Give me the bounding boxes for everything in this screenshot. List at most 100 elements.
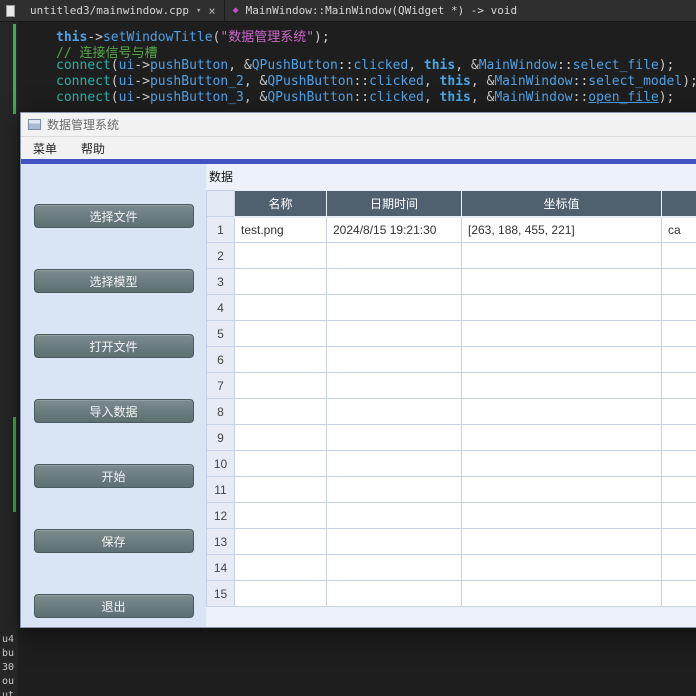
table-cell-r2-c1[interactable]: [234, 242, 327, 269]
table-cell-r10-c4[interactable]: [661, 450, 696, 477]
table-cell-r4-c3[interactable]: [461, 294, 662, 321]
table-cell-r10-c1[interactable]: [234, 450, 327, 477]
table-cell-r6-c1[interactable]: [234, 346, 327, 373]
table-cell-r13-c2[interactable]: [326, 528, 462, 555]
table-cell-r11-c3[interactable]: [461, 476, 662, 503]
editor-symbol-tab[interactable]: ◆ MainWindow::MainWindow(QWidget *) -> v…: [225, 0, 526, 22]
column-header-2[interactable]: 坐标值: [461, 190, 662, 218]
table-cell-r5-c1[interactable]: [234, 320, 327, 347]
table-cell-r5-c2[interactable]: [326, 320, 462, 347]
open-file-button[interactable]: 打开文件: [33, 334, 194, 358]
table-cell-r12-c3[interactable]: [461, 502, 662, 529]
table-cell-r9-c2[interactable]: [326, 424, 462, 451]
table-cell-r4-c4[interactable]: [661, 294, 696, 321]
table-cell-r3-c4[interactable]: [661, 268, 696, 295]
code-editor-text[interactable]: this->setWindowTitle("数据管理系统");// 连接信号与槽…: [18, 22, 696, 122]
table-cell-r8-c2[interactable]: [326, 398, 462, 425]
table-cell-r5-c4[interactable]: [661, 320, 696, 347]
table-cell-r6-c2[interactable]: [326, 346, 462, 373]
table-cell-r11-c1[interactable]: [234, 476, 327, 503]
column-header-1[interactable]: 日期时间: [326, 190, 462, 218]
table-cell-r10-c2[interactable]: [326, 450, 462, 477]
row-number[interactable]: 7: [206, 372, 235, 399]
table-cell-r13-c4[interactable]: [661, 528, 696, 555]
table-cell-r14-c4[interactable]: [661, 554, 696, 581]
row-number[interactable]: 6: [206, 346, 235, 373]
table-cell-r3-c1[interactable]: [234, 268, 327, 295]
table-cell-r5-c3[interactable]: [461, 320, 662, 347]
row-number[interactable]: 10: [206, 450, 235, 477]
table-cell-r2-c3[interactable]: [461, 242, 662, 269]
table-cell-r7-c2[interactable]: [326, 372, 462, 399]
code-token: ;: [321, 30, 330, 45]
table-cell-r9-c3[interactable]: [461, 424, 662, 451]
table-cell-r6-c3[interactable]: [461, 346, 662, 373]
table-cell-r12-c1[interactable]: [234, 502, 327, 529]
row-number[interactable]: 5: [206, 320, 235, 347]
table-cell-r1-c4[interactable]: ca: [661, 216, 696, 243]
table-cell-r13-c3[interactable]: [461, 528, 662, 555]
table-cell-r14-c1[interactable]: [234, 554, 327, 581]
select-model-button[interactable]: 选择模型: [33, 269, 194, 293]
table-cell-r12-c2[interactable]: [326, 502, 462, 529]
menu-item-help[interactable]: 帮助: [69, 137, 117, 159]
menu-item-menu[interactable]: 菜单: [21, 137, 69, 159]
code-token: ): [314, 30, 322, 45]
table-cell-r7-c3[interactable]: [461, 372, 662, 399]
table-cell-r15-c3[interactable]: [461, 580, 662, 607]
table-cell-r8-c4[interactable]: [661, 398, 696, 425]
table-cell-r3-c3[interactable]: [461, 268, 662, 295]
table-cell-r15-c2[interactable]: [326, 580, 462, 607]
row-number[interactable]: 13: [206, 528, 235, 555]
table-cell-r1-c1[interactable]: test.png: [234, 216, 327, 243]
select-file-button[interactable]: 选择文件: [33, 204, 194, 228]
row-number[interactable]: 12: [206, 502, 235, 529]
table-cell-r2-c4[interactable]: [661, 242, 696, 269]
save-button[interactable]: 保存: [33, 529, 194, 553]
clipped-text-fragment: 30: [2, 662, 15, 673]
column-header-0[interactable]: 名称: [234, 190, 327, 218]
start-button[interactable]: 开始: [33, 464, 194, 488]
table-cell-r11-c2[interactable]: [326, 476, 462, 503]
close-icon[interactable]: ×: [208, 4, 215, 18]
table-cell-r4-c1[interactable]: [234, 294, 327, 321]
table-cell-r15-c4[interactable]: [661, 580, 696, 607]
column-header-3[interactable]: [661, 190, 696, 218]
row-number[interactable]: 4: [206, 294, 235, 321]
code-token: pushButton_2: [149, 74, 244, 89]
code-token: ::: [572, 90, 589, 105]
row-number[interactable]: 8: [206, 398, 235, 425]
table-cell-r7-c1[interactable]: [234, 372, 327, 399]
table-cell-r1-c2[interactable]: 2024/8/15 19:21:30: [326, 216, 462, 243]
editor-file-tab[interactable]: untitled3/mainwindow.cpp ▾ ×: [22, 0, 225, 22]
table-cell-r2-c2[interactable]: [326, 242, 462, 269]
table-cell-r10-c3[interactable]: [461, 450, 662, 477]
table-cell-r8-c3[interactable]: [461, 398, 662, 425]
code-token: ::: [572, 74, 589, 89]
table-cell-r9-c4[interactable]: [661, 424, 696, 451]
table-cell-r7-c4[interactable]: [661, 372, 696, 399]
table-cell-r14-c2[interactable]: [326, 554, 462, 581]
table-cell-r4-c2[interactable]: [326, 294, 462, 321]
table-cell-r9-c1[interactable]: [234, 424, 327, 451]
table-cell-r11-c4[interactable]: [661, 476, 696, 503]
table-cell-r3-c2[interactable]: [326, 268, 462, 295]
import-data-button[interactable]: 导入数据: [33, 399, 194, 423]
table-cell-r14-c3[interactable]: [461, 554, 662, 581]
exit-button[interactable]: 退出: [33, 594, 194, 618]
row-number[interactable]: 15: [206, 580, 235, 607]
row-number[interactable]: 3: [206, 268, 235, 295]
table-cell-r6-c4[interactable]: [661, 346, 696, 373]
table-cell-r15-c1[interactable]: [234, 580, 327, 607]
row-number[interactable]: 14: [206, 554, 235, 581]
table-cell-r8-c1[interactable]: [234, 398, 327, 425]
row-number[interactable]: 11: [206, 476, 235, 503]
row-number[interactable]: 9: [206, 424, 235, 451]
table-cell-r12-c4[interactable]: [661, 502, 696, 529]
table-cell-r1-c3[interactable]: [263, 188, 455, 221]: [461, 216, 662, 243]
row-number[interactable]: 1: [206, 216, 235, 243]
chevron-down-icon[interactable]: ▾: [196, 6, 201, 16]
table-cell-r13-c1[interactable]: [234, 528, 327, 555]
row-number[interactable]: 2: [206, 242, 235, 269]
window-titlebar[interactable]: 数据管理系统: [21, 113, 696, 137]
